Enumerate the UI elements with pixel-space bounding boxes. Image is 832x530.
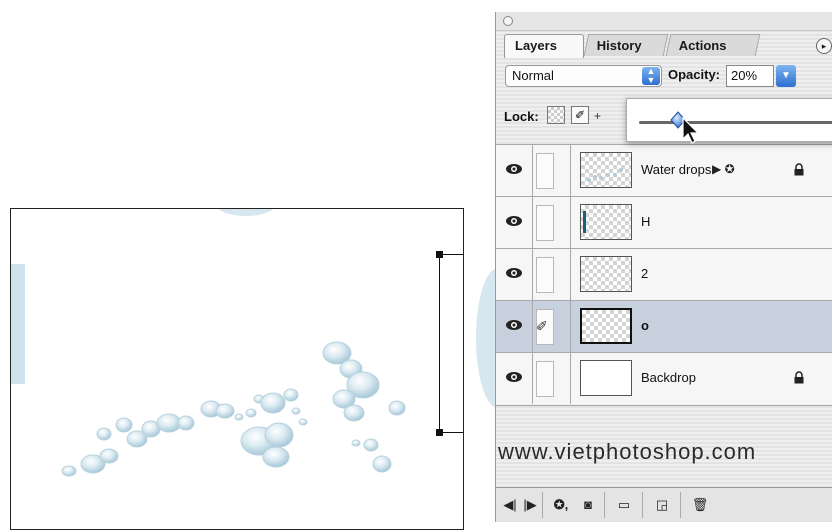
watermark-text: www.vietphotoshop.com — [498, 439, 757, 464]
layer-thumbnail — [580, 152, 632, 188]
column-divider — [570, 249, 571, 300]
layer-row-h[interactable]: H — [496, 196, 832, 248]
layers-palette: Layers History Actions ▸ Normal ▲ ▼ Opaci… — [495, 12, 832, 522]
tab-layers[interactable]: Layers — [504, 34, 584, 58]
blend-mode-select[interactable]: Normal ▲ ▼ — [505, 65, 662, 87]
layer-name: o — [641, 318, 649, 333]
layer-row-backdrop[interactable]: Backdrop — [496, 352, 832, 404]
opacity-dropdown-button[interactable]: ▼ — [776, 65, 796, 87]
footer-divider — [680, 492, 681, 518]
layer-thumbnail — [580, 204, 632, 240]
layer-thumbnail — [580, 360, 632, 396]
lock-icon — [794, 371, 804, 384]
document-canvas[interactable] — [10, 208, 464, 530]
link-cell[interactable]: ✐ — [536, 309, 554, 345]
transform-edge-top — [443, 254, 463, 255]
opacity-slider-track[interactable] — [639, 121, 832, 124]
column-divider — [570, 197, 571, 248]
layer-thumbnail — [580, 308, 632, 344]
scroll-left-icon[interactable]: ◀| — [502, 494, 518, 516]
opacity-label: Opacity: — [668, 67, 721, 82]
column-divider — [570, 353, 571, 404]
layer-style-icon[interactable]: ✪, — [550, 494, 572, 516]
layer-effects-icons: ▶ ✪ — [712, 162, 735, 176]
drops-thumb-icon — [587, 168, 623, 182]
visibility-toggle[interactable] — [496, 197, 533, 248]
layer-row-2[interactable]: 2 — [496, 248, 832, 300]
scroll-right-icon[interactable]: |▶ — [522, 494, 538, 516]
visibility-toggle[interactable] — [496, 145, 533, 196]
lock-transparency-icon[interactable] — [547, 106, 565, 124]
footer-divider — [604, 492, 605, 518]
opacity-slider-popup — [626, 98, 832, 144]
layer-name: 2 — [641, 266, 649, 281]
footer-divider — [642, 492, 643, 518]
water-drops-artwork — [11, 209, 406, 477]
new-layer-icon[interactable]: ◲ — [652, 494, 672, 516]
lock-position-icon[interactable]: + — [594, 109, 601, 123]
mouse-pointer-icon — [682, 117, 700, 144]
blend-mode-value: Normal — [512, 68, 554, 83]
layer-name: Water drops — [641, 162, 712, 177]
tab-layers-label: Layers — [515, 38, 557, 53]
tab-actions-label: Actions — [678, 38, 727, 53]
layer-row-water-drops[interactable]: Water drops ▶ ✪ — [496, 144, 832, 196]
new-set-icon[interactable]: ▭ — [614, 494, 634, 516]
tab-actions[interactable]: Actions — [665, 34, 761, 56]
eye-icon — [506, 216, 522, 226]
lock-label: Lock: — [504, 109, 539, 124]
brush-icon: ✐ — [536, 318, 548, 334]
layer-thumbnail — [580, 256, 632, 292]
layer-name: Backdrop — [641, 370, 696, 385]
stepper-arrows-icon: ▲ ▼ — [642, 67, 660, 85]
visibility-toggle[interactable] — [496, 301, 533, 352]
column-divider — [570, 145, 571, 196]
visibility-toggle[interactable] — [496, 249, 533, 300]
layer-name: H — [641, 214, 651, 229]
close-icon[interactable] — [503, 16, 513, 26]
layer-row-o[interactable]: ✐ o — [496, 300, 832, 352]
layer-mask-icon[interactable]: ◙ — [578, 494, 598, 516]
trash-icon[interactable]: 🗑 — [690, 494, 710, 516]
palette-titlebar[interactable] — [496, 12, 832, 31]
visibility-toggle[interactable] — [496, 353, 533, 404]
link-cell[interactable] — [536, 153, 554, 189]
lock-image-pixels-icon[interactable]: ✐ — [571, 106, 589, 124]
link-cell[interactable] — [536, 205, 554, 241]
eye-icon — [506, 268, 522, 278]
palette-menu-button[interactable]: ▸ — [816, 38, 832, 54]
partial-letter-shape — [476, 268, 498, 408]
eye-icon — [506, 372, 522, 382]
thumb-content-mark — [583, 211, 586, 233]
transform-edge-bottom — [443, 432, 463, 433]
tab-history-label: History — [596, 38, 642, 53]
transform-bounding-line — [439, 254, 440, 432]
opacity-input[interactable]: 20% — [726, 65, 774, 87]
footer-divider — [542, 492, 543, 518]
palette-footer: ◀| |▶ ✪, ◙ ▭ ◲ 🗑 — [496, 487, 832, 522]
transform-handle-top[interactable] — [436, 251, 443, 258]
transform-handle-bottom[interactable] — [436, 429, 443, 436]
link-cell[interactable] — [536, 257, 554, 293]
link-cell[interactable] — [536, 361, 554, 397]
eye-icon — [506, 320, 522, 330]
column-divider — [570, 301, 571, 352]
lock-icon — [794, 163, 804, 176]
tab-history[interactable]: History — [583, 34, 669, 56]
eye-icon — [506, 164, 522, 174]
